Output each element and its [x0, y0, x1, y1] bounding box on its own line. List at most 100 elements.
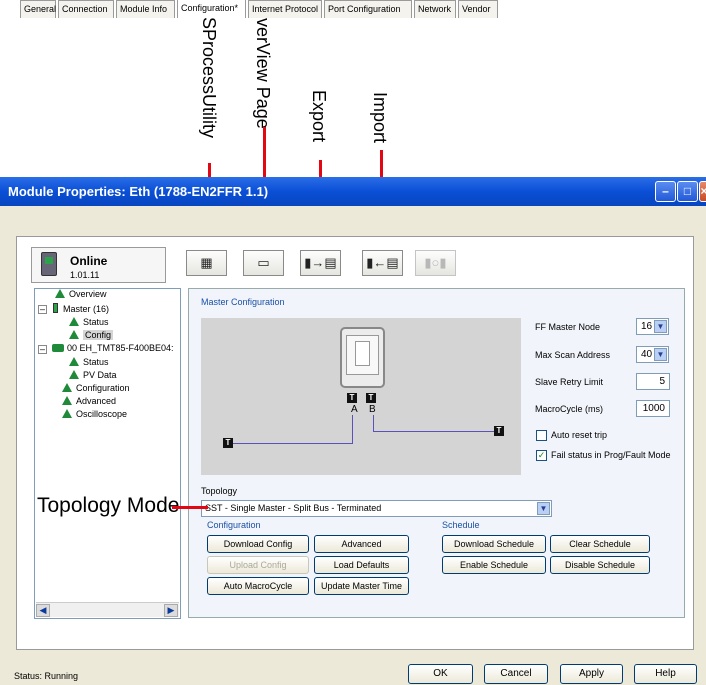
- port-a-label: A: [351, 404, 358, 415]
- disabled-tool-button: ▮○▮: [415, 250, 456, 276]
- disable-schedule-button[interactable]: Disable Schedule: [550, 556, 650, 574]
- tree-triangle-icon: [69, 370, 79, 379]
- tab-module-info[interactable]: Module Info: [116, 0, 175, 18]
- hsprocessutility-button[interactable]: ▦: [186, 250, 227, 276]
- tree-item-configuration[interactable]: Configuration: [62, 383, 130, 393]
- advanced-button[interactable]: Advanced: [314, 535, 409, 553]
- help-button[interactable]: Help: [634, 664, 697, 684]
- chevron-down-icon[interactable]: ▼: [654, 348, 667, 361]
- tree-item-advanced[interactable]: Advanced: [62, 396, 116, 406]
- update-master-time-button[interactable]: Update Master Time: [314, 577, 409, 595]
- terminator-icon: T: [223, 438, 233, 448]
- online-version: 1.01.11: [70, 270, 100, 280]
- tab-network[interactable]: Network: [414, 0, 456, 18]
- tab-configuration[interactable]: Configuration*: [177, 0, 246, 18]
- fail-status-label: Fail status in Prog/Fault Mode: [551, 450, 671, 460]
- annotation-line-topology: [172, 506, 208, 509]
- status-text: Status: Running: [14, 671, 79, 681]
- tree-triangle-icon: [62, 396, 72, 405]
- annotation-overview-page: OverView Page: [253, 4, 273, 129]
- tree-triangle-icon: [62, 383, 72, 392]
- tree-item-overview[interactable]: Overview: [55, 289, 107, 299]
- tree-item-master[interactable]: Master (16): [53, 303, 109, 314]
- auto-reset-trip-checkbox[interactable]: [536, 430, 547, 441]
- online-title: Online: [70, 254, 108, 268]
- scroll-left-icon[interactable]: ◀: [36, 604, 50, 617]
- scroll-right-icon[interactable]: ▶: [164, 604, 178, 617]
- bus-a-drop: [352, 415, 353, 444]
- download-config-button[interactable]: Download Config: [207, 535, 309, 553]
- annotation-export: Export: [309, 90, 329, 143]
- bus-b-line: [373, 431, 495, 432]
- export-button[interactable]: ▮→▤: [300, 250, 341, 276]
- tree-horizontal-scrollbar[interactable]: ◀ ▶: [36, 602, 179, 617]
- tree-item-oscilloscope[interactable]: Oscilloscope: [62, 409, 127, 419]
- chevron-down-icon[interactable]: ▼: [654, 320, 667, 333]
- import-icon: ▮←▤: [366, 255, 399, 270]
- terminator-icon: T: [366, 393, 376, 403]
- module-icon: [41, 252, 57, 276]
- export-icon: ▮→▤: [304, 255, 337, 270]
- annotation-hsprocessutility: HSProcessUtility: [199, 4, 219, 139]
- tree-item-device[interactable]: 00 EH_TMT85-F400BE04:: [52, 343, 174, 353]
- ff-master-node-label: FF Master Node: [535, 322, 601, 332]
- tab-internet-protocol[interactable]: Internet Protocol: [248, 0, 322, 18]
- master-configuration-title: Master Configuration: [201, 297, 285, 307]
- macrocycle-field[interactable]: 1000: [636, 400, 670, 417]
- tree-item-device-status[interactable]: Status: [69, 357, 109, 367]
- window-title: Module Properties: Eth (1788-EN2FFR 1.1): [8, 184, 269, 199]
- overview-page-icon: ▭: [257, 255, 270, 270]
- maximize-icon[interactable]: □: [677, 181, 698, 202]
- tree-collapse-icon[interactable]: –: [38, 345, 47, 354]
- import-button[interactable]: ▮←▤: [362, 250, 403, 276]
- load-defaults-button[interactable]: Load Defaults: [314, 556, 409, 574]
- chevron-down-icon[interactable]: ▼: [537, 502, 550, 515]
- clear-schedule-button[interactable]: Clear Schedule: [550, 535, 650, 553]
- tree-item-master-status[interactable]: Status: [69, 317, 109, 327]
- upload-config-button: Upload Config: [207, 556, 309, 574]
- apply-button[interactable]: Apply: [560, 664, 623, 684]
- terminator-icon: T: [494, 426, 504, 436]
- cancel-button[interactable]: Cancel: [484, 664, 548, 684]
- schedule-group-title: Schedule: [442, 520, 480, 530]
- tab-port-configuration[interactable]: Port Configuration: [324, 0, 412, 18]
- minimize-icon[interactable]: –: [655, 181, 676, 202]
- bus-b-drop: [373, 415, 374, 431]
- overview-page-button[interactable]: ▭: [243, 250, 284, 276]
- enable-schedule-button[interactable]: Enable Schedule: [442, 556, 546, 574]
- download-schedule-button[interactable]: Download Schedule: [442, 535, 546, 553]
- topology-select[interactable]: SST - Single Master - Split Bus - Termin…: [201, 500, 552, 517]
- tab-general[interactable]: General: [20, 0, 56, 18]
- configuration-group-title: Configuration: [207, 520, 261, 530]
- auto-macrocycle-button[interactable]: Auto MacroCycle: [207, 577, 309, 595]
- annotation-import: Import: [370, 92, 390, 144]
- bus-a-line: [228, 443, 352, 444]
- tree-item-config[interactable]: Config: [69, 330, 114, 340]
- fail-status-checkbox[interactable]: ✓: [536, 450, 547, 461]
- tab-vendor[interactable]: Vendor: [458, 0, 498, 18]
- disabled-tool-icon: ▮○▮: [424, 255, 447, 270]
- tree-collapse-icon[interactable]: –: [38, 305, 47, 314]
- window-titlebar: Module Properties: Eth (1788-EN2FFR 1.1)…: [0, 177, 706, 206]
- device-icon: [52, 344, 64, 352]
- ok-button[interactable]: OK: [408, 664, 473, 684]
- close-icon[interactable]: ×: [699, 181, 706, 202]
- tree-triangle-icon: [69, 330, 79, 339]
- hsprocessutility-icon: ▦: [200, 255, 213, 270]
- tree-triangle-icon: [55, 289, 65, 298]
- tree-triangle-icon: [69, 357, 79, 366]
- macrocycle-label: MacroCycle (ms): [535, 404, 604, 414]
- tree-triangle-icon: [69, 317, 79, 326]
- auto-reset-trip-label: Auto reset trip: [551, 430, 608, 440]
- slave-retry-limit-field[interactable]: 5: [636, 373, 670, 390]
- max-scan-address-label: Max Scan Address: [535, 350, 611, 360]
- tree-item-pv-data[interactable]: PV Data: [69, 370, 117, 380]
- terminator-icon: T: [347, 393, 357, 403]
- port-b-label: B: [369, 404, 376, 415]
- tree-triangle-icon: [62, 409, 72, 418]
- topology-label: Topology: [201, 486, 238, 496]
- tab-connection[interactable]: Connection: [58, 0, 114, 18]
- linking-device-display: [355, 341, 370, 366]
- master-module-icon: [53, 303, 58, 313]
- slave-retry-limit-label: Slave Retry Limit: [535, 377, 604, 387]
